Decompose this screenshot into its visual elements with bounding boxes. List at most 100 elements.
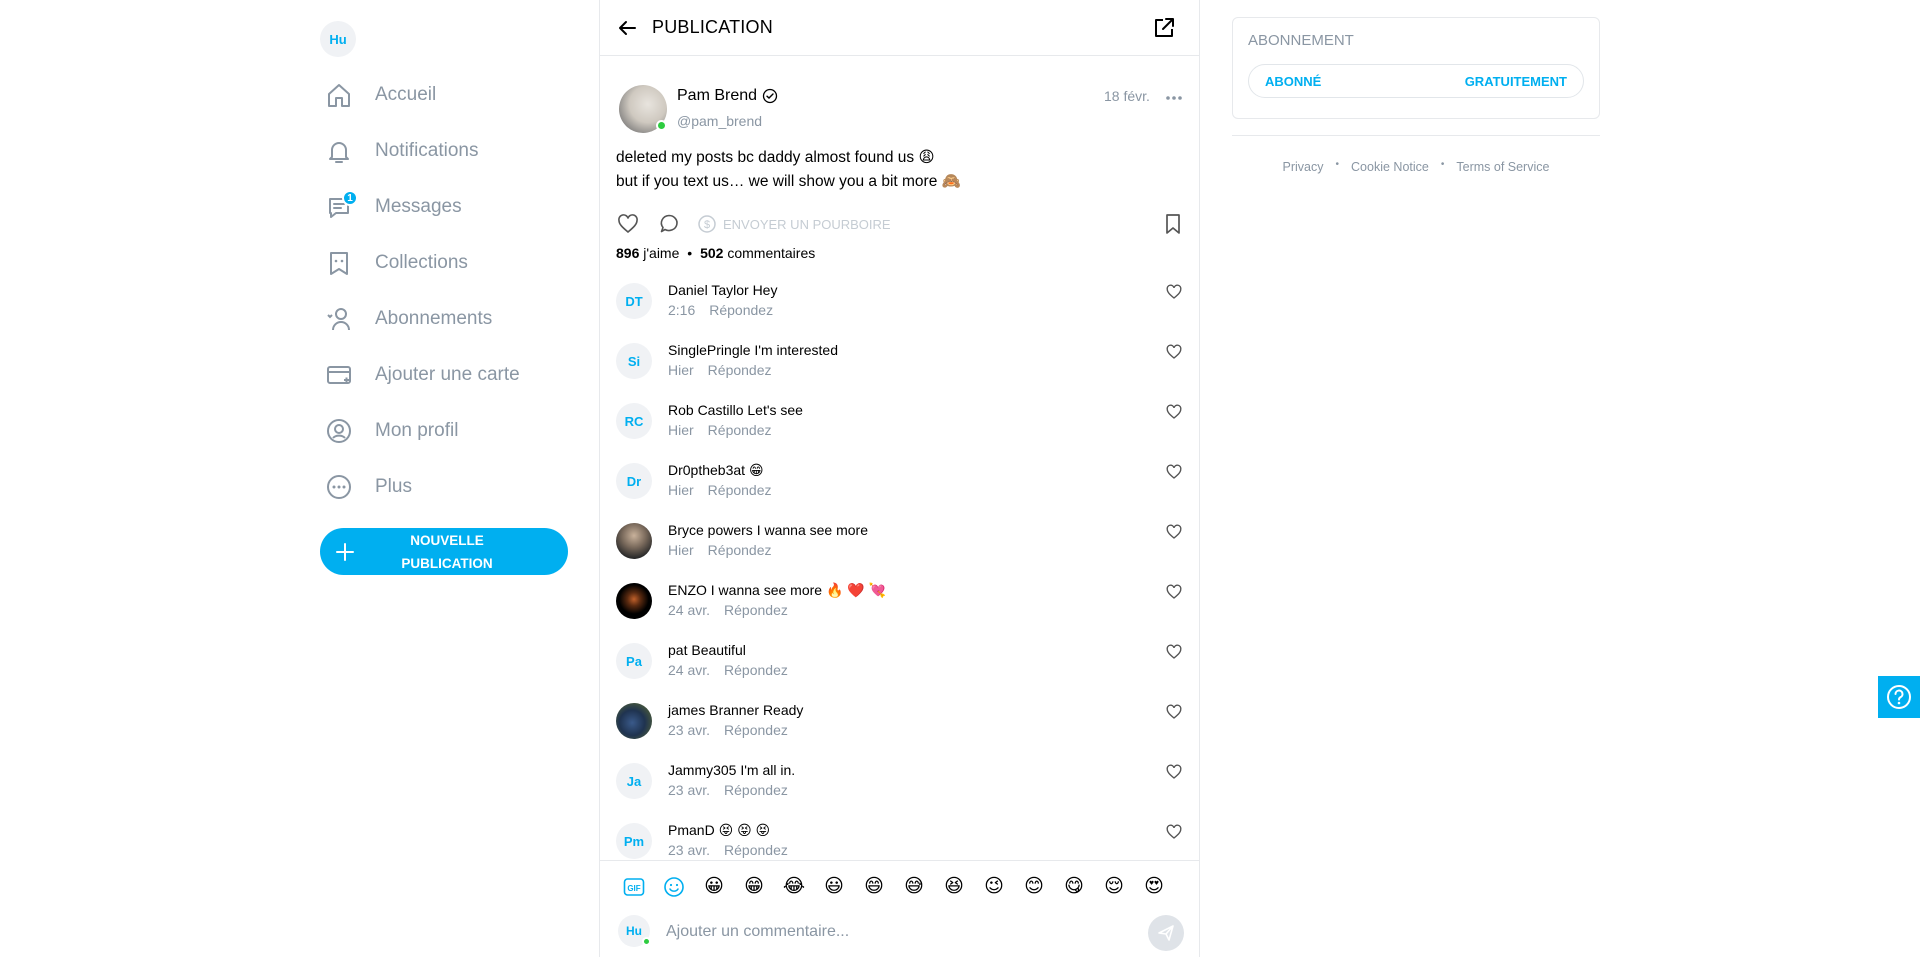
footer-links: Privacy • Cookie Notice • Terms of Servi… xyxy=(1232,159,1600,175)
emoji-button[interactable]: 😂 xyxy=(774,871,814,903)
privacy-link[interactable]: Privacy xyxy=(1283,160,1324,174)
reply-button[interactable]: Répondez xyxy=(708,362,772,378)
comment-username[interactable]: Rob Castillo xyxy=(668,402,743,418)
reply-button[interactable]: Répondez xyxy=(724,782,788,798)
comment-text: I'm all in. xyxy=(740,762,796,778)
comment-username[interactable]: Jammy305 xyxy=(668,762,736,778)
reply-button[interactable]: Répondez xyxy=(724,722,788,738)
comment-username[interactable]: SinglePringle xyxy=(668,342,751,358)
comment-time: Hier xyxy=(668,362,694,378)
comment-username[interactable]: PmanD xyxy=(668,822,715,838)
post-stats: 896 j'aime • 502 commentaires xyxy=(616,245,815,261)
sidebar-item-more[interactable]: Plus xyxy=(324,467,412,507)
sidebar-item-notifications[interactable]: Notifications xyxy=(324,131,479,171)
heart-icon[interactable] xyxy=(1165,823,1183,841)
heart-icon[interactable] xyxy=(1165,403,1183,421)
heart-icon[interactable] xyxy=(1165,763,1183,781)
post-author-name[interactable]: Pam Brend xyxy=(677,87,757,105)
reply-button[interactable]: Répondez xyxy=(709,302,773,318)
new-post-button[interactable]: NOUVELLE PUBLICATION xyxy=(320,528,568,575)
comment-username[interactable]: james Branner xyxy=(668,702,759,718)
comment-username[interactable]: ENZO xyxy=(668,582,707,598)
gif-icon[interactable]: GIF xyxy=(614,871,654,903)
reply-button[interactable]: Répondez xyxy=(724,842,788,858)
sidebar-item-label: Messages xyxy=(375,196,462,217)
heart-icon[interactable] xyxy=(1165,283,1183,301)
emoji-button[interactable]: 😌 xyxy=(1094,871,1134,903)
comment-item: Ja Jammy305 I'm all in. 23 avr. Répondez xyxy=(600,756,1199,816)
heart-icon[interactable] xyxy=(1165,343,1183,361)
comment-username[interactable]: Bryce powers xyxy=(668,522,753,538)
comments-list[interactable]: DT Daniel Taylor Hey 2:16 Répondez Si Sin… xyxy=(600,276,1199,860)
comment-avatar[interactable]: Dr xyxy=(616,463,652,499)
comment-avatar-photo[interactable] xyxy=(616,703,652,739)
reply-button[interactable]: Répondez xyxy=(708,422,772,438)
emoji-button[interactable]: 😅 xyxy=(894,871,934,903)
sidebar-item-messages[interactable]: 1 Messages xyxy=(324,187,462,227)
post-author-handle[interactable]: @pam_brend xyxy=(677,113,762,129)
heart-icon[interactable] xyxy=(1165,463,1183,481)
comment-avatar[interactable]: Si xyxy=(616,343,652,379)
comment-avatar-photo[interactable] xyxy=(616,523,652,559)
send-icon[interactable] xyxy=(1148,915,1184,951)
sidebar-item-abonnements[interactable]: Abonnements xyxy=(324,299,492,339)
heart-icon[interactable] xyxy=(1165,703,1183,721)
reply-button[interactable]: Répondez xyxy=(708,482,772,498)
new-post-label: NOUVELLE PUBLICATION xyxy=(370,529,568,575)
sidebar-item-accueil[interactable]: Accueil xyxy=(324,75,436,115)
reply-button[interactable]: Répondez xyxy=(724,602,788,618)
subscribed-button[interactable]: ABONNÉ GRATUITEMENT xyxy=(1248,64,1584,98)
smiley-icon[interactable] xyxy=(654,871,694,903)
comment-username[interactable]: pat xyxy=(668,642,687,658)
sidebar-item-label: Ajouter une carte xyxy=(375,364,520,385)
comment-avatar[interactable]: Pa xyxy=(616,643,652,679)
comment-avatar[interactable]: Ja xyxy=(616,763,652,799)
emoji-button[interactable]: 😉 xyxy=(974,871,1014,903)
emoji-button[interactable]: 😄 xyxy=(854,871,894,903)
share-icon[interactable] xyxy=(1151,15,1177,41)
sidebar-item-profile[interactable]: Mon profil xyxy=(324,411,458,451)
emoji-button[interactable]: 😆 xyxy=(934,871,974,903)
emoji-button[interactable]: 😍 xyxy=(1134,871,1174,903)
cookie-notice-link[interactable]: Cookie Notice xyxy=(1351,160,1429,174)
likes-label[interactable]: j'aime xyxy=(643,245,679,261)
reply-button[interactable]: Répondez xyxy=(724,662,788,678)
svg-text:$: $ xyxy=(704,219,710,231)
comment-username[interactable]: Daniel Taylor xyxy=(668,282,749,298)
comment-avatar-photo[interactable] xyxy=(616,583,652,619)
heart-icon[interactable] xyxy=(1165,643,1183,661)
more-options-icon[interactable] xyxy=(1164,88,1184,108)
sidebar-item-collections[interactable]: Collections xyxy=(324,243,468,283)
comment-time: 23 avr. xyxy=(668,722,711,738)
comment-text: 😁 xyxy=(748,462,764,478)
subscriptions-icon xyxy=(324,304,354,334)
sidebar-item-add-card[interactable]: Ajouter une carte xyxy=(324,355,520,395)
emoji-button[interactable]: 😋 xyxy=(1054,871,1094,903)
bookmark-icon[interactable] xyxy=(1161,212,1185,236)
comment-avatar[interactable]: Pm xyxy=(616,823,652,859)
comment-input[interactable] xyxy=(666,917,1106,947)
heart-icon[interactable] xyxy=(1165,583,1183,601)
comment-time: Hier xyxy=(668,482,694,498)
emoji-button[interactable]: 😀 xyxy=(694,871,734,903)
help-button[interactable] xyxy=(1878,676,1920,718)
emoji-button[interactable]: 😃 xyxy=(814,871,854,903)
emoji-button[interactable]: 😁 xyxy=(734,871,774,903)
send-tip-button[interactable]: $ ENVOYER UN POURBOIRE xyxy=(697,212,891,236)
back-arrow-icon[interactable] xyxy=(613,14,641,42)
sidebar-item-label: Plus xyxy=(375,476,412,497)
comment-username[interactable]: Dr0ptheb3at xyxy=(668,462,745,478)
comment-avatar[interactable]: RC xyxy=(616,403,652,439)
comment-icon[interactable] xyxy=(657,212,681,236)
emoji-button[interactable]: 😊 xyxy=(1014,871,1054,903)
comments-label[interactable]: commentaires xyxy=(727,245,815,261)
online-indicator xyxy=(656,120,667,131)
heart-icon[interactable] xyxy=(616,212,640,236)
terms-link[interactable]: Terms of Service xyxy=(1456,160,1549,174)
reply-button[interactable]: Répondez xyxy=(708,542,772,558)
free-label: GRATUITEMENT xyxy=(1464,73,1567,89)
avatar[interactable]: Hu xyxy=(320,21,356,57)
heart-icon[interactable] xyxy=(1165,523,1183,541)
comment-avatar[interactable]: DT xyxy=(616,283,652,319)
comment-text: Beautiful xyxy=(691,642,746,658)
